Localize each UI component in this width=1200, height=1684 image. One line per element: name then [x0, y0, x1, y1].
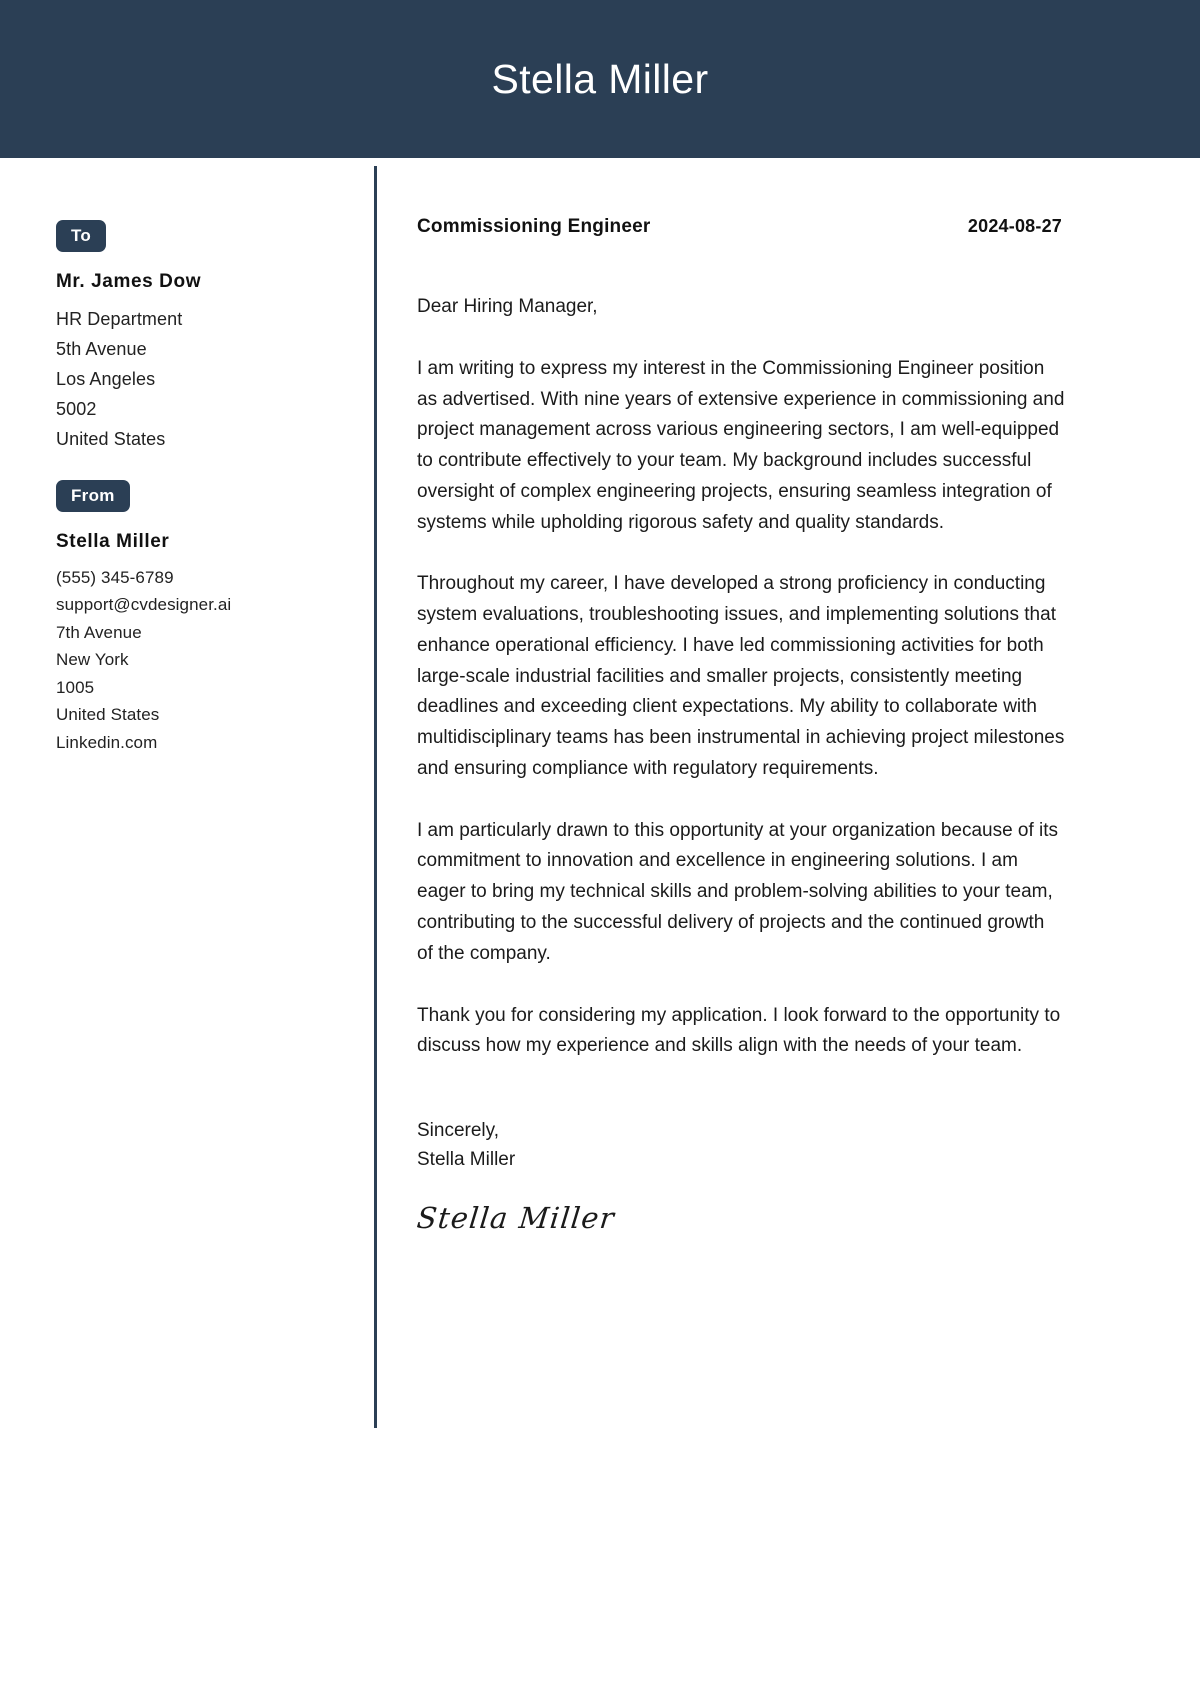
letter-paragraph: I am writing to express my interest in t…	[417, 357, 1065, 533]
sender-phone: (555) 345-6789	[56, 567, 174, 587]
from-badge: From	[56, 480, 130, 512]
page-title: Stella Miller	[491, 55, 709, 102]
sender-line: 1005	[56, 677, 95, 697]
recipient-line: 5th Avenue	[56, 338, 147, 359]
sender-line: New York	[56, 650, 129, 670]
recipient-name: Mr. James Dow	[56, 271, 202, 292]
sender-block: From Stella Miller (555) 345-6789 suppor…	[56, 480, 231, 756]
sender-line: United States	[56, 705, 160, 725]
cover-letter-page: Stella Miller To Mr. James Dow HR Depart…	[0, 0, 1200, 1684]
letter-text: Dear Hiring Manager, I am writing to exp…	[415, 292, 1065, 1235]
document-body: To Mr. James Dow HR Department 5th Avenu…	[0, 158, 1200, 1684]
recipient-line: United States	[56, 429, 166, 450]
recipient-line: 5002	[56, 399, 97, 420]
letter-header-row: Commissioning Engineer 2024-08-27	[417, 216, 1062, 238]
sender-linkedin: Linkedin.com	[56, 732, 158, 752]
job-title: Commissioning Engineer	[417, 216, 651, 237]
closing-name: Stella Miller	[417, 1148, 516, 1170]
sender-line: 7th Avenue	[56, 622, 142, 642]
to-badge: To	[56, 220, 107, 252]
sender-email: support@cvdesigner.ai	[56, 595, 232, 615]
recipient-line: Los Angeles	[56, 369, 156, 390]
salutation: Dear Hiring Manager,	[417, 296, 598, 317]
closing-word: Sincerely,	[417, 1120, 500, 1142]
letter-paragraph: Throughout my career, I have developed a…	[417, 573, 1065, 779]
recipient-line: HR Department	[56, 308, 183, 329]
recipient-address: Mr. James Dow HR Department 5th Avenue L…	[56, 268, 201, 455]
document-header: Stella Miller	[0, 0, 1200, 158]
letter-paragraph: Thank you for considering my application…	[417, 1004, 1061, 1057]
recipient-block: To Mr. James Dow HR Department 5th Avenu…	[56, 220, 201, 455]
letter-paragraph: I am particularly drawn to this opportun…	[417, 819, 1059, 964]
letter-date: 2024-08-27	[967, 216, 1062, 236]
column-divider	[374, 166, 377, 1428]
signature: Stella Miller	[415, 1200, 617, 1235]
closing-block: Sincerely, Stella Miller	[417, 1117, 1065, 1175]
sender-address: Stella Miller (555) 345-6789 support@cvd…	[56, 528, 231, 756]
sender-name: Stella Miller	[56, 531, 170, 552]
